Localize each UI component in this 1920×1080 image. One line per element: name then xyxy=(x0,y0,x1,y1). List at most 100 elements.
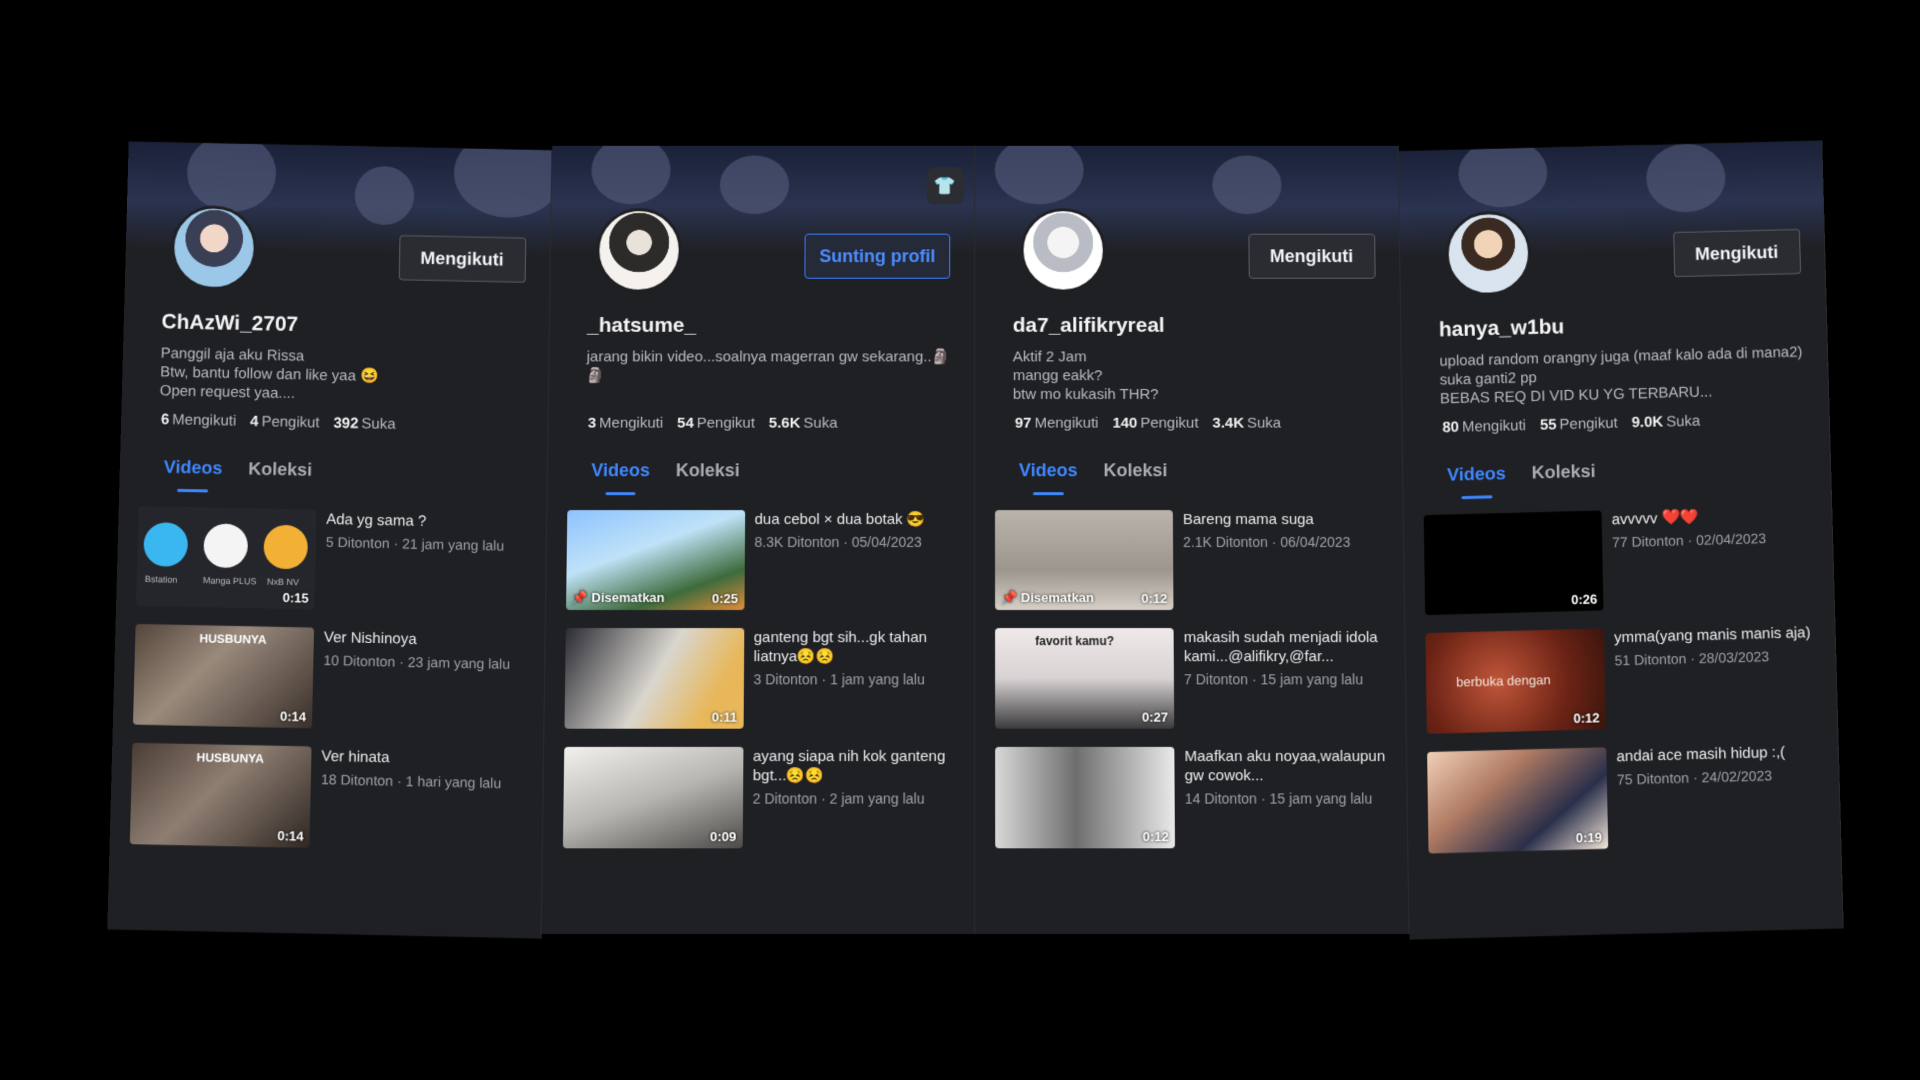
video-duration: 0:25 xyxy=(711,590,739,606)
video-list: 📌 Disematkan 0:12 Bareng mama suga 2.1K … xyxy=(994,510,1395,867)
likes-count: 5.6K Suka xyxy=(768,414,838,432)
username: hanya_w1bu xyxy=(1438,315,1564,342)
follow-button[interactable]: Mengikuti xyxy=(1672,228,1801,278)
list-item[interactable]: HUSBUNYA 0:14 Ver Nishinoya 10 Ditonton … xyxy=(132,623,533,743)
edit-profile-button[interactable]: Sunting profil xyxy=(804,233,951,279)
video-thumbnail[interactable]: berbuka dengan 0:12 xyxy=(1424,628,1606,734)
thumb-label: Bstation xyxy=(144,574,178,585)
video-thumbnail[interactable]: HUSBUNYA 0:14 xyxy=(132,623,315,729)
video-title: Maafkan aku noyaa,walaupun gw cowok... xyxy=(1184,747,1386,785)
video-duration: 0:19 xyxy=(1575,829,1602,846)
pinned-badge: 📌 Disematkan xyxy=(571,589,665,605)
video-duration: 0:14 xyxy=(279,708,307,725)
thumb-label: Manga PLUS xyxy=(202,575,257,587)
list-item[interactable]: HUSBUNYA 0:14 Ver hinata 18 Ditonton · 1… xyxy=(129,742,531,863)
tab-koleksi[interactable]: Koleksi xyxy=(1103,460,1167,481)
video-thumbnail[interactable]: 📌 Disematkan 0:12 xyxy=(994,510,1174,610)
list-item[interactable]: 0:26 avvvvv ❤️❤️ 77 Ditonton · 02/04/202… xyxy=(1423,505,1821,625)
follow-button[interactable]: Mengikuti xyxy=(1247,233,1376,279)
video-title: Ada yg sama ? xyxy=(326,510,427,530)
followers-count[interactable]: 54 Pengikut xyxy=(677,415,755,432)
video-thumbnail[interactable]: 0:26 xyxy=(1423,510,1604,616)
video-thumbnail[interactable]: 0:09 xyxy=(562,746,743,849)
likes-count: 392 Suka xyxy=(333,414,396,433)
video-title: ayang siapa nih kok ganteng bgt...😣😣 xyxy=(752,747,946,785)
profile-tabs: Videos Koleksi xyxy=(1019,460,1168,481)
list-item[interactable]: 📌 Disematkan 0:25 dua cebol × dua botak … xyxy=(565,510,962,620)
list-item[interactable]: 0:09 ayang siapa nih kok ganteng bgt...😣… xyxy=(562,746,962,859)
follow-button[interactable]: Mengikuti xyxy=(398,234,526,283)
profile-tabs: Videos Koleksi xyxy=(1446,461,1595,486)
bio: Aktif 2 Jam mangg eakk? btw mo kukasih T… xyxy=(1012,348,1159,403)
profile-stats: 80 Mengikuti 55 Pengikut 9.0K Suka xyxy=(1442,413,1700,437)
video-list: 0:26 avvvvv ❤️❤️ 77 Ditonton · 02/04/202… xyxy=(1423,505,1828,872)
bio: Panggil aja aku Rissa Btw, bantu follow … xyxy=(159,344,379,403)
video-duration: 0:14 xyxy=(277,827,304,844)
video-thumbnail[interactable]: 0:12 xyxy=(995,746,1175,849)
video-duration: 0:12 xyxy=(1142,829,1169,845)
tab-videos[interactable]: Videos xyxy=(1446,463,1505,485)
video-thumbnail[interactable]: 📌 Disematkan 0:25 xyxy=(565,510,745,610)
profiles-strip: Mengikuti ChAzWi_2707 Panggil aja aku Ri… xyxy=(107,140,1843,940)
username: _hatsume_ xyxy=(586,314,697,337)
followers-count[interactable]: 140 Pengikut xyxy=(1112,415,1198,432)
thumb-label: NxB NV xyxy=(266,576,300,588)
video-title: Bareng mama suga xyxy=(1182,511,1314,529)
avatar[interactable] xyxy=(1020,208,1106,293)
video-duration: 0:12 xyxy=(1141,590,1168,606)
thumb-caption: berbuka dengan xyxy=(1455,672,1551,690)
video-title: ymma(yang manis manis aja) xyxy=(1613,624,1811,647)
tab-videos[interactable]: Videos xyxy=(591,460,650,481)
video-thumbnail[interactable]: 0:11 xyxy=(563,628,744,729)
following-count[interactable]: 6 Mengikuti xyxy=(161,411,237,429)
username: da7_alifikryreal xyxy=(1012,314,1165,337)
video-thumbnail[interactable]: 0:19 xyxy=(1426,747,1608,854)
list-item[interactable]: 0:19 andai ace masih hidup :,( 75 Ditont… xyxy=(1426,742,1828,864)
list-item[interactable]: 📌 Disematkan 0:12 Bareng mama suga 2.1K … xyxy=(994,510,1392,620)
following-count[interactable]: 3 Mengikuti xyxy=(588,415,663,432)
list-item[interactable]: 0:12 Maafkan aku noyaa,walaupun gw cowok… xyxy=(995,746,1395,859)
list-item[interactable]: favorit kamu? 0:27 makasih sudah menjadi… xyxy=(995,628,1394,739)
likes-count: 3.4K Suka xyxy=(1212,414,1282,432)
video-meta: 10 Ditonton · 23 jam yang lalu xyxy=(323,652,511,673)
tab-videos[interactable]: Videos xyxy=(1019,460,1078,481)
video-duration: 0:12 xyxy=(1572,710,1600,726)
followers-count[interactable]: 4 Pengikut xyxy=(250,413,320,431)
thumb-caption: HUSBUNYA xyxy=(196,750,265,766)
video-thumbnail[interactable]: HUSBUNYA 0:14 xyxy=(129,742,312,848)
tab-videos[interactable]: Videos xyxy=(163,457,223,479)
following-count[interactable]: 97 Mengikuti xyxy=(1015,415,1099,432)
video-title: dua cebol × dua botak 😎 xyxy=(754,511,926,529)
profile-panel-1: Mengikuti ChAzWi_2707 Panggil aja aku Ri… xyxy=(107,141,552,939)
list-item[interactable]: Bstation Manga PLUS NxB NV 0:15 Ada yg s… xyxy=(136,506,534,624)
tab-koleksi[interactable]: Koleksi xyxy=(676,460,740,481)
pin-icon: 📌 xyxy=(1001,589,1018,605)
video-meta: 2 Ditonton · 2 jam yang lalu xyxy=(752,790,925,807)
following-count[interactable]: 80 Mengikuti xyxy=(1442,417,1526,436)
username: ChAzWi_2707 xyxy=(161,310,299,336)
profile-stats: 3 Mengikuti 54 Pengikut 5.6K Suka xyxy=(588,415,838,432)
video-thumbnail[interactable]: Bstation Manga PLUS NxB NV 0:15 xyxy=(136,506,317,610)
list-item[interactable]: 0:11 ganteng bgt sih...gk tahan liatnya😣… xyxy=(563,628,963,739)
tab-koleksi[interactable]: Koleksi xyxy=(1531,461,1595,484)
avatar[interactable] xyxy=(1444,210,1532,297)
shirt-icon[interactable]: 👕 xyxy=(926,167,965,205)
thumb-caption: favorit kamu? xyxy=(1035,634,1115,649)
video-meta: 2.1K Ditonton · 06/04/2023 xyxy=(1182,534,1351,550)
profile-stats: 97 Mengikuti 140 Pengikut 3.4K Suka xyxy=(1015,415,1281,432)
pinned-badge: 📌 Disematkan xyxy=(1001,589,1095,605)
video-meta: 18 Ditonton · 1 hari yang lalu xyxy=(320,771,502,792)
tab-koleksi[interactable]: Koleksi xyxy=(248,459,312,481)
followers-count[interactable]: 55 Pengikut xyxy=(1539,415,1617,434)
video-title: andai ace masih hidup :,( xyxy=(1615,743,1785,766)
video-meta: 8.3K Ditonton · 05/04/2023 xyxy=(754,534,922,550)
list-item[interactable]: berbuka dengan 0:12 ymma(yang manis mani… xyxy=(1424,623,1825,744)
profile-panel-3: Mengikuti da7_alifikryreal Aktif 2 Jam m… xyxy=(975,145,1409,935)
video-title: avvvvv ❤️❤️ xyxy=(1611,508,1699,529)
avatar[interactable] xyxy=(595,208,682,293)
video-thumbnail[interactable]: favorit kamu? 0:27 xyxy=(995,628,1175,729)
video-meta: 51 Ditonton · 28/03/2023 xyxy=(1613,648,1769,669)
avatar[interactable] xyxy=(170,204,258,291)
thumb-caption: HUSBUNYA xyxy=(199,631,267,647)
video-meta: 14 Ditonton · 15 jam yang lalu xyxy=(1184,790,1373,807)
